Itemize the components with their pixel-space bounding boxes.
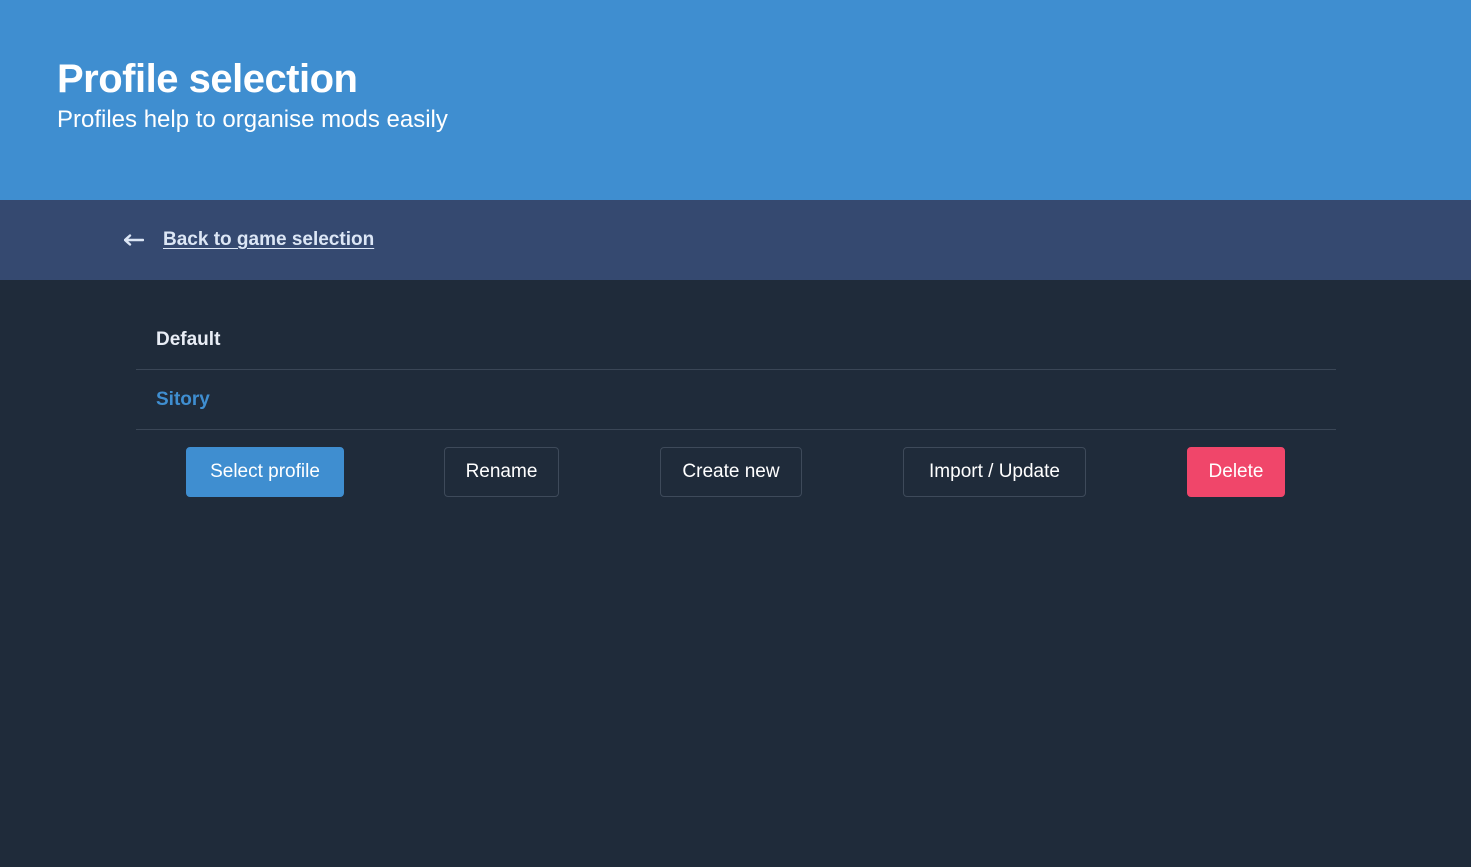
import-update-button[interactable]: Import / Update: [903, 447, 1086, 497]
back-to-game-selection-link[interactable]: Back to game selection: [124, 227, 374, 253]
arrow-left-icon: [124, 227, 144, 253]
profile-name: Sitory: [156, 388, 210, 410]
back-link-label: Back to game selection: [163, 229, 375, 250]
profile-item-default[interactable]: Default: [136, 310, 1336, 370]
select-profile-button[interactable]: Select profile: [186, 447, 344, 497]
profile-actions: Select profile Rename Create new Import …: [136, 447, 1336, 497]
hero-banner: Profile selection Profiles help to organ…: [0, 0, 1471, 200]
profile-name: Default: [156, 328, 221, 350]
page-subtitle: Profiles help to organise mods easily: [57, 106, 448, 133]
create-new-button[interactable]: Create new: [660, 447, 802, 497]
page-title: Profile selection: [57, 57, 358, 101]
main-content: Default Sitory Select profile Rename Cre…: [0, 280, 1471, 867]
rename-button[interactable]: Rename: [444, 447, 559, 497]
profile-item-sitory[interactable]: Sitory: [136, 370, 1336, 430]
delete-button[interactable]: Delete: [1187, 447, 1285, 497]
profile-list: Default Sitory: [136, 310, 1336, 430]
navigation-bar: Back to game selection: [0, 200, 1471, 280]
